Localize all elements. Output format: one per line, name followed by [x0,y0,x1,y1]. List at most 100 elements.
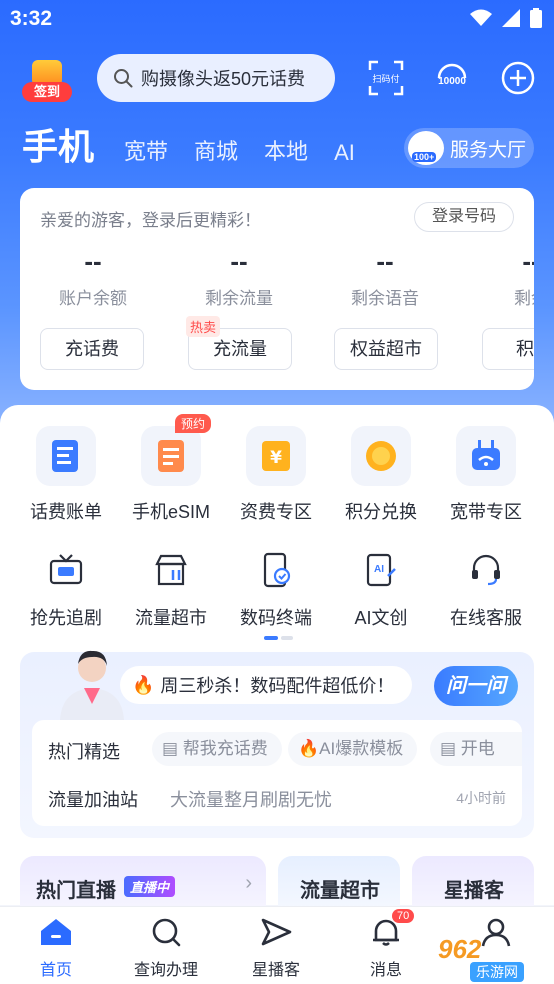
grid-item-esim[interactable]: 预约 手机eSIM [121,414,221,524]
stat-voice[interactable]: -- 剩余语音 [312,246,458,309]
grid-item-label: 手机eSIM [131,502,210,522]
grid-item-label: 流量超市 [135,608,207,628]
send-icon [261,918,292,946]
service-hall-badge: 100+ [412,152,437,162]
grid-item-bill[interactable]: 话费账单 [16,426,116,524]
reserve-badge: 预约 [174,414,211,433]
scan-label: 扫码付 [372,73,399,84]
status-icons [470,8,542,28]
home-icon [41,919,71,945]
chip-more[interactable]: ▤ 开电 [430,732,522,766]
hotline-icon: 10000 [437,63,466,87]
esim-icon: 预约 [141,414,211,486]
search-input[interactable]: 购摄像头返50元话费 [97,54,335,102]
recommend-card: 热门精选 ▤ 帮我充话费 🔥AI爆款模板 ▤ 开电 流量加油站 大流量整月刷剧无… [32,720,522,826]
indicator-active [264,636,278,640]
nav-home[interactable]: 首页 [6,917,106,980]
checkin-button[interactable]: 签到 [22,60,72,104]
tab-broadband[interactable]: 宽带 [124,134,168,176]
greeting-text: 亲爱的游客，登录后更精彩！ [40,211,261,230]
chip-recharge[interactable]: ▤ 帮我充话费 [152,732,282,766]
nav-label: 首页 [39,962,72,979]
stat-label: 剩余 [514,289,534,308]
fire-icon: 🔥 [132,674,155,695]
headset-icon [464,548,508,592]
add-button[interactable] [498,58,538,98]
grid-item-data-market[interactable]: 流量超市 [121,548,221,630]
ai-doc-icon: AI [359,548,403,592]
stat-balance[interactable]: -- 账户余额 [20,246,166,309]
hotline-label: 10000 [438,76,466,87]
service-hall-label: 服务大厅 [450,139,527,161]
grid-item-points[interactable]: 积分兑换 [331,426,431,524]
stat-more[interactable]: -- 剩余 [458,246,534,309]
fire-icon: 🔥 [298,739,320,758]
service-hall-button[interactable]: 100+ 服务大厅 [404,128,534,168]
stat-data[interactable]: -- 剩余流量 [166,246,312,309]
stat-value: -- [522,246,534,276]
data-station-text[interactable]: 大流量整月刷剧无忧 [170,786,332,812]
signal-icon [502,9,520,27]
nav-star[interactable]: 星播客 [226,917,326,980]
tab-phone[interactable]: 手机 [22,118,94,176]
tab-ai[interactable]: AI [334,140,355,176]
points-button[interactable]: 积分 [482,328,534,370]
scan-icon: 扫码付 [368,60,404,96]
scan-pay-button[interactable]: 扫码付 [366,58,406,98]
watermark-site: 乐游网 [470,962,524,982]
chip-label: AI爆款模板 [319,739,404,758]
svg-text:¥: ¥ [270,448,282,468]
store-icon [149,548,193,592]
account-card: 亲爱的游客，登录后更精彩！ 登录号码 -- 账户余额 -- 剩余流量 -- 剩余… [20,188,534,390]
stat-value: -- [376,246,394,276]
status-time: 3:32 [10,7,53,30]
chevron-right-icon: › [245,872,252,894]
bill-icon [36,426,96,486]
nav-label: 查询办理 [133,962,198,979]
stat-value: -- [84,246,102,276]
grid-item-broadband[interactable]: 宽带专区 [436,426,536,524]
tariff-icon: ¥ [246,426,306,486]
watermark-number: 962 [438,934,482,964]
benefits-market-button[interactable]: 权益超市 [334,328,438,370]
tab-mall[interactable]: 商城 [194,134,238,176]
hot-picks-title: 热门精选 [48,742,120,762]
live-badge: 直播中 [124,876,176,897]
grid-item-label: 资费专区 [240,502,312,522]
wifi-icon [470,9,492,26]
login-button[interactable]: 登录号码 [414,202,514,232]
flash-sale-text: 周三秒杀！数码配件超低价！ [160,676,395,696]
ask-button[interactable]: 问一问 [434,666,518,706]
stat-label: 剩余流量 [205,289,273,308]
grid-item-tariff[interactable]: ¥ 资费专区 [226,426,326,524]
grid-item-support[interactable]: 在线客服 [436,548,536,630]
grid-item-devices[interactable]: 数码终端 [226,548,326,630]
grid-item-ai-creative[interactable]: AI AI文创 [331,548,431,630]
indicator-inactive [281,636,293,640]
plus-circle-icon [501,61,535,95]
promo-panel: 🔥 周三秒杀！数码配件超低价！ 问一问 热门精选 ▤ 帮我充话费 🔥AI爆款模板… [20,650,534,838]
router-icon [456,426,516,486]
nav-query[interactable]: 查询办理 [116,917,216,980]
hot-sale-badge: 热卖 [186,316,221,337]
hotline-button[interactable]: 10000 [432,58,472,98]
search-query-icon [152,918,181,947]
search-icon [114,69,133,88]
chip-ai-template[interactable]: 🔥AI爆款模板 [288,732,418,766]
grid-item-label: 数码终端 [240,608,312,628]
grid-item-label: 宽带专区 [450,502,522,522]
tab-local[interactable]: 本地 [264,134,308,176]
watermark-logo: 962 乐游网 [410,934,550,982]
status-bar: 3:32 [0,0,554,40]
grid-item-label: 积分兑换 [345,502,417,522]
doc-icon: ▤ [440,739,461,758]
data-station-time: 4小时前 [456,790,506,806]
battery-icon [530,8,542,28]
section-star-title: 星播客 [444,880,504,902]
points-icon [351,426,411,486]
grid-item-drama[interactable]: 抢先追剧 [16,548,116,630]
search-placeholder: 购摄像头返50元话费 [141,69,306,89]
flash-sale-banner[interactable]: 🔥 周三秒杀！数码配件超低价！ [120,666,412,704]
recharge-fee-button[interactable]: 充话费 [40,328,144,370]
stat-value: -- [230,246,248,276]
